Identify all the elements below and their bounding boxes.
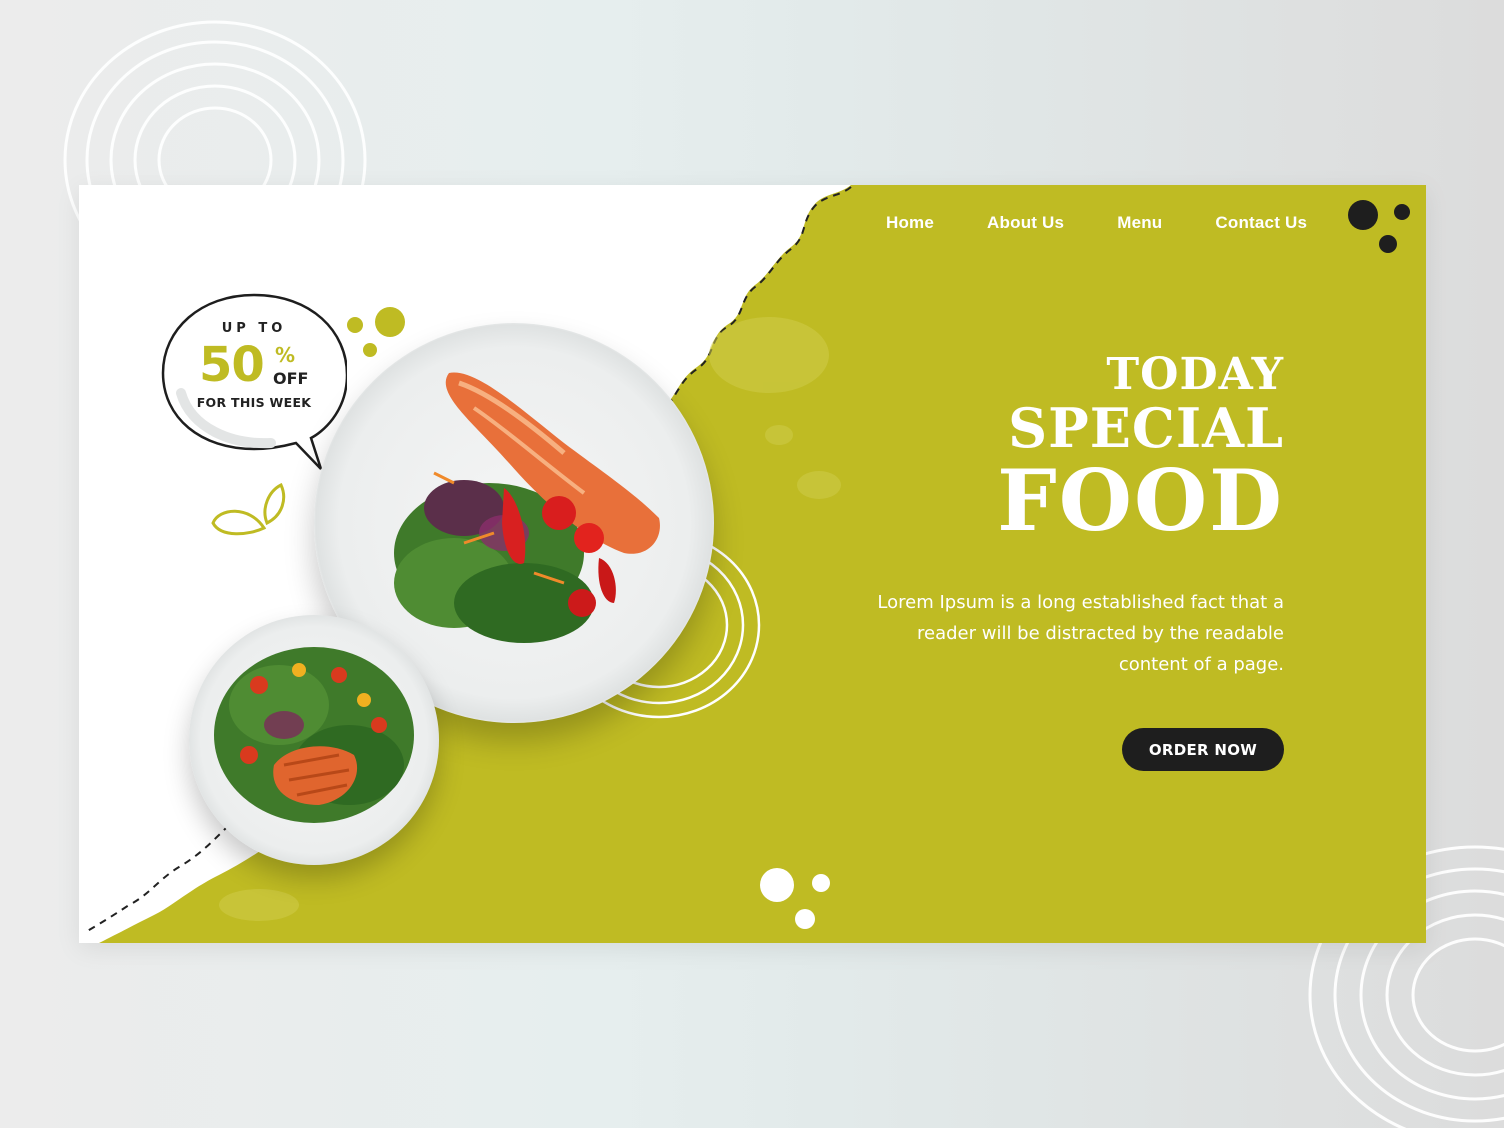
hero-description: Lorem Ipsum is a long established fact t…	[877, 592, 1284, 675]
hero-card: Home About Us Menu Contact Us UP TO 50 %…	[79, 185, 1426, 943]
leaf-doodle-icon	[211, 483, 286, 536]
promo-percent: 50	[199, 337, 265, 393]
nav-item-contact-us[interactable]: Contact Us	[1215, 213, 1307, 233]
dots-cluster-icon	[1348, 200, 1410, 253]
hero-title-line2: SPECIAL	[1008, 396, 1284, 460]
order-now-button[interactable]: ORDER NOW	[1122, 728, 1284, 771]
dots-cluster-icon	[760, 868, 830, 929]
hero-title: TODAY SPECIAL FOOD	[997, 353, 1284, 543]
promo-off: OFF	[273, 369, 309, 388]
main-nav: Home About Us Menu Contact Us	[886, 213, 1360, 233]
nav-item-about-us[interactable]: About Us	[987, 213, 1064, 233]
hero-title-line3: FOOD	[997, 451, 1284, 550]
nav-item-menu[interactable]: Menu	[1117, 213, 1162, 233]
nav-item-home[interactable]: Home	[886, 213, 934, 233]
salad-plate-image	[189, 615, 439, 865]
promo-percent-sign: %	[275, 343, 296, 367]
hero-title-line1: TODAY	[1106, 349, 1284, 400]
